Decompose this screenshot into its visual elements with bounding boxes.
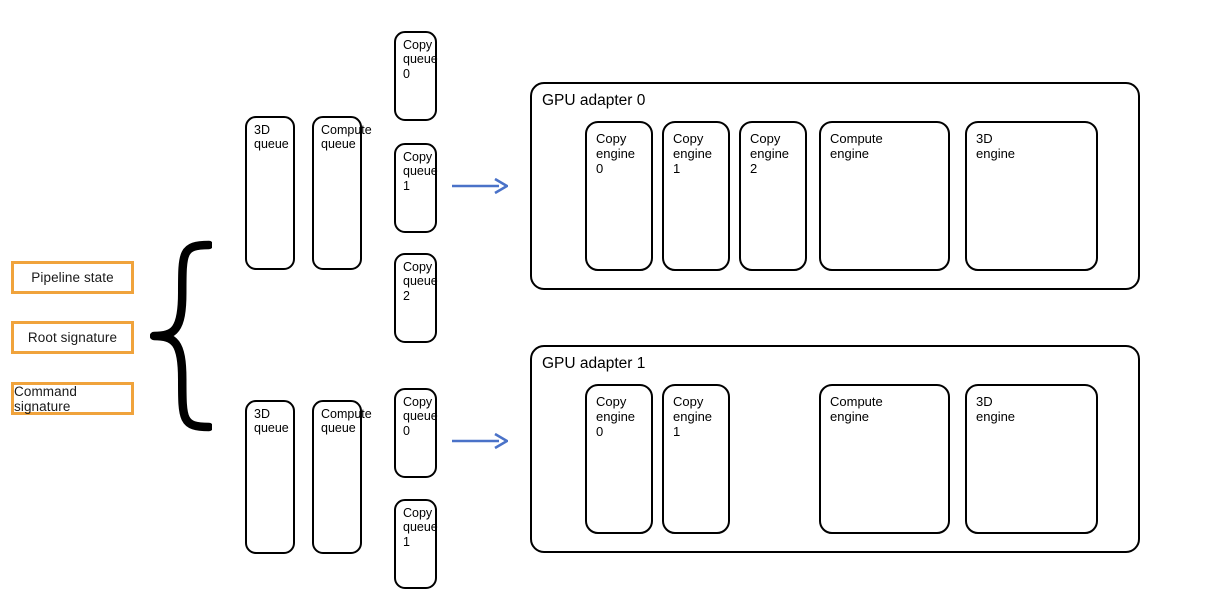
queue-box-label: Copy queue 0 [403,395,438,438]
resource-box-label: Pipeline state [31,270,114,285]
diagram-canvas: Pipeline state Root signature Command sign… [0,0,1207,615]
resource-box-pipeline-state[interactable]: Pipeline state [11,261,134,294]
queue-box-label: Compute queue [321,123,372,152]
gpu-adapter-container-0[interactable]: GPU adapter 0 Copy engine 0 Copy engine 1 C… [530,82,1140,290]
engine-box-label: Copy engine 0 [596,394,636,439]
queue-box-queue-copy[interactable]: Copy queue 0 [394,388,438,478]
queue-box-queue-copy[interactable]: Copy queue 2 [394,253,438,343]
engine-box-label: Compute engine [830,131,883,161]
engine-box-engine-3d[interactable]: 3D engine [965,384,1098,534]
queue-box-queue-3d[interactable]: 3D queue [245,400,295,554]
resource-box-command-signature[interactable]: Command signature [11,382,134,415]
queue-box-label: Copy queue 1 [403,506,438,549]
grouping-brace [149,240,214,432]
queue-box-label: 3D queue [254,407,289,436]
queue-box-queue-copy[interactable]: Copy queue 0 [394,31,438,121]
flow-arrow-1 [452,432,510,450]
engine-box-label: Copy engine 1 [673,394,713,439]
gpu-adapter-container-1[interactable]: GPU adapter 1 Copy engine 0 Copy engine 1 C… [530,345,1140,553]
engine-box-label: Copy engine 0 [596,131,636,176]
resource-box-label: Root signature [27,330,118,345]
engine-box-engine-compute[interactable]: Compute engine [819,121,950,271]
flow-arrow-0 [452,177,510,195]
queue-box-queue-copy[interactable]: Copy queue 1 [394,143,438,233]
queue-box-label: 3D queue [254,123,289,152]
gpu-adapter-title: GPU adapter 0 [542,92,646,109]
engine-box-engine-copy[interactable]: Copy engine 0 [585,121,653,271]
engine-box-label: Copy engine 2 [750,131,790,176]
engine-box-label: Compute engine [830,394,883,424]
queue-box-label: Compute queue [321,407,372,436]
engine-box-engine-copy[interactable]: Copy engine 2 [739,121,807,271]
engine-box-engine-copy[interactable]: Copy engine 1 [662,121,730,271]
resource-box-root-signature[interactable]: Root signature [11,321,134,354]
engine-box-label: Copy engine 1 [673,131,713,176]
queue-box-label: Copy queue 0 [403,38,438,81]
queue-box-label: Copy queue 2 [403,260,438,303]
engine-box-engine-3d[interactable]: 3D engine [965,121,1098,271]
queue-box-queue-3d[interactable]: 3D queue [245,116,295,270]
queue-box-queue-compute[interactable]: Compute queue [312,400,372,554]
resource-box-label: Command signature [14,383,77,414]
queue-box-queue-copy[interactable]: Copy queue 1 [394,499,438,589]
queue-box-label: Copy queue 1 [403,150,438,193]
engine-box-engine-copy[interactable]: Copy engine 1 [662,384,730,534]
gpu-adapter-title: GPU adapter 1 [542,355,646,372]
engine-box-engine-copy[interactable]: Copy engine 0 [585,384,653,534]
engine-box-label: 3D engine [976,394,1016,424]
engine-box-engine-compute[interactable]: Compute engine [819,384,950,534]
engine-box-label: 3D engine [976,131,1016,161]
queue-box-queue-compute[interactable]: Compute queue [312,116,372,270]
